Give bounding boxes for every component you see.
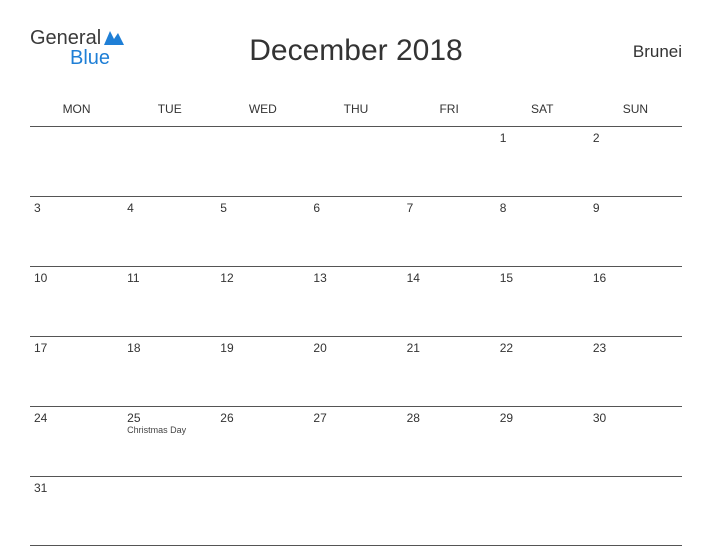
day-event: Christmas Day: [127, 426, 210, 436]
day-cell: 22: [496, 337, 589, 406]
day-number: 22: [500, 341, 583, 355]
day-cell: [589, 477, 682, 545]
day-cell: 29: [496, 407, 589, 476]
week-row: 10 11 12 13 14 15 16: [30, 266, 682, 336]
day-cell: 16: [589, 267, 682, 336]
day-cell: [403, 477, 496, 545]
day-cell: 23: [589, 337, 682, 406]
day-cell: 30: [589, 407, 682, 476]
day-cell: [30, 127, 123, 196]
day-cell: 18: [123, 337, 216, 406]
day-cell: 11: [123, 267, 216, 336]
day-cell: 24: [30, 407, 123, 476]
day-cell: 8: [496, 197, 589, 266]
day-cell: 15: [496, 267, 589, 336]
weekday-wed: WED: [216, 98, 309, 122]
logo-text-1: General: [30, 27, 101, 49]
day-number: 3: [34, 201, 117, 215]
weekday-sat: SAT: [496, 98, 589, 122]
day-cell: 25Christmas Day: [123, 407, 216, 476]
calendar-header: General Blue December 2018 Brunei: [30, 28, 682, 88]
day-cell: 1: [496, 127, 589, 196]
day-cell: 27: [309, 407, 402, 476]
weekday-row: MON TUE WED THU FRI SAT SUN: [30, 98, 682, 122]
day-number: 25: [127, 411, 210, 425]
day-cell: [496, 477, 589, 545]
day-number: 14: [407, 271, 490, 285]
day-cell: [123, 127, 216, 196]
day-number: 23: [593, 341, 676, 355]
day-cell: [309, 477, 402, 545]
day-number: 1: [500, 131, 583, 145]
day-cell: 28: [403, 407, 496, 476]
day-cell: 21: [403, 337, 496, 406]
day-number: 13: [313, 271, 396, 285]
day-number: 15: [500, 271, 583, 285]
day-number: 5: [220, 201, 303, 215]
day-cell: 12: [216, 267, 309, 336]
day-cell: 26: [216, 407, 309, 476]
day-number: 20: [313, 341, 396, 355]
day-number: 28: [407, 411, 490, 425]
day-number: 27: [313, 411, 396, 425]
calendar-title: December 2018: [249, 34, 462, 68]
day-cell: 13: [309, 267, 402, 336]
day-number: 26: [220, 411, 303, 425]
day-cell: 4: [123, 197, 216, 266]
day-number: 9: [593, 201, 676, 215]
day-number: 8: [500, 201, 583, 215]
day-cell: 7: [403, 197, 496, 266]
day-number: 21: [407, 341, 490, 355]
week-row: 24 25Christmas Day 26 27 28 29 30: [30, 406, 682, 476]
day-cell: 10: [30, 267, 123, 336]
day-cell: [123, 477, 216, 545]
day-number: 6: [313, 201, 396, 215]
day-number: 29: [500, 411, 583, 425]
day-cell: [216, 477, 309, 545]
logo-text-2: Blue: [30, 48, 125, 68]
weeks-container: 1 2 3 4 5 6 7 8 9 10 11 12 13 14 15 16 1…: [30, 126, 682, 546]
day-number: 31: [34, 481, 117, 495]
day-cell: 31: [30, 477, 123, 545]
day-cell: 17: [30, 337, 123, 406]
weekday-thu: THU: [309, 98, 402, 122]
region-label: Brunei: [633, 42, 682, 62]
brand-logo: General Blue: [30, 28, 125, 68]
day-cell: 20: [309, 337, 402, 406]
day-cell: 14: [403, 267, 496, 336]
day-number: 18: [127, 341, 210, 355]
day-number: 17: [34, 341, 117, 355]
day-cell: [309, 127, 402, 196]
day-cell: 9: [589, 197, 682, 266]
calendar-grid: MON TUE WED THU FRI SAT SUN 1 2 3 4 5 6 …: [30, 98, 682, 546]
day-number: 16: [593, 271, 676, 285]
day-cell: 5: [216, 197, 309, 266]
weekday-mon: MON: [30, 98, 123, 122]
day-cell: 2: [589, 127, 682, 196]
day-number: 10: [34, 271, 117, 285]
week-row: 3 4 5 6 7 8 9: [30, 196, 682, 266]
day-cell: [216, 127, 309, 196]
day-number: 2: [593, 131, 676, 145]
weekday-tue: TUE: [123, 98, 216, 122]
day-cell: 6: [309, 197, 402, 266]
day-cell: 19: [216, 337, 309, 406]
weekday-sun: SUN: [589, 98, 682, 122]
day-cell: [403, 127, 496, 196]
week-row: 17 18 19 20 21 22 23: [30, 336, 682, 406]
day-number: 24: [34, 411, 117, 425]
day-cell: 3: [30, 197, 123, 266]
day-number: 7: [407, 201, 490, 215]
day-number: 19: [220, 341, 303, 355]
day-number: 11: [127, 271, 210, 285]
week-row: 31: [30, 476, 682, 546]
week-row: 1 2: [30, 126, 682, 196]
day-number: 12: [220, 271, 303, 285]
day-number: 4: [127, 201, 210, 215]
day-number: 30: [593, 411, 676, 425]
weekday-fri: FRI: [403, 98, 496, 122]
